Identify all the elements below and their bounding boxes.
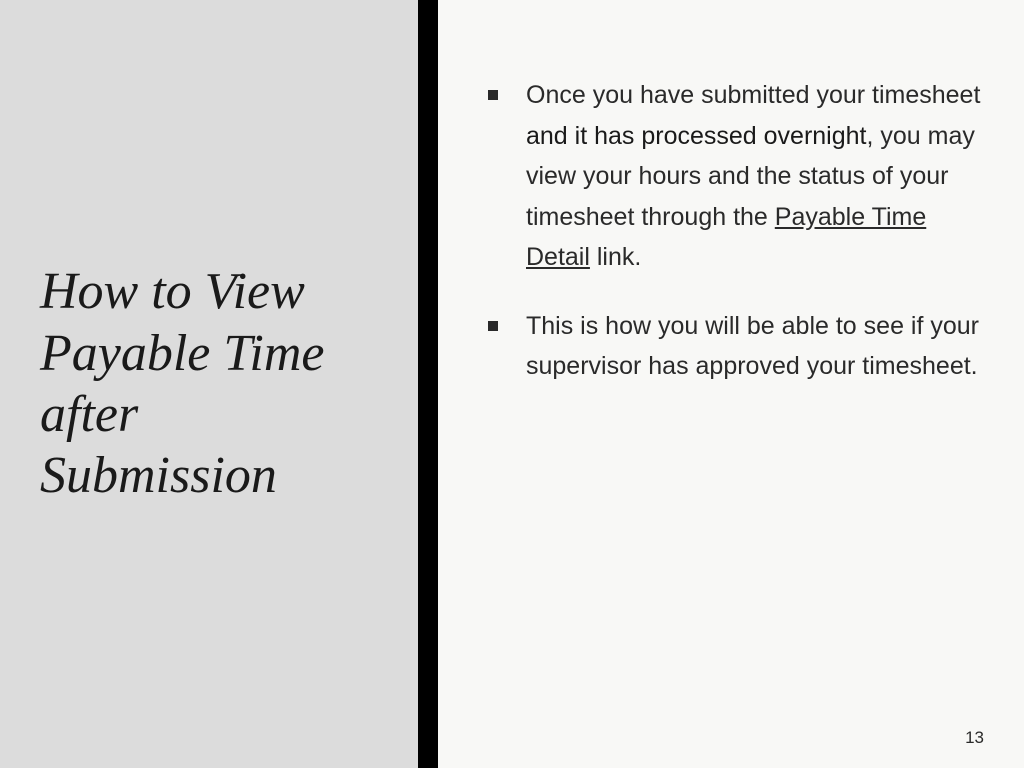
list-item: This is how you will be able to see if y… [488, 306, 984, 387]
bold-text: and it has processed overnight [526, 122, 867, 150]
bullet-text: Once you have submitted your timesheet a… [526, 75, 984, 278]
bullet-icon [488, 90, 498, 100]
bullet-icon [488, 321, 498, 331]
slide-title: How to View Payable Time after Submissio… [40, 261, 388, 506]
vertical-divider [418, 0, 438, 768]
text-segment: Once you have submitted your timesheet [526, 81, 980, 109]
list-item: Once you have submitted your timesheet a… [488, 75, 984, 278]
bullet-list: Once you have submitted your timesheet a… [488, 75, 984, 387]
content-panel: Once you have submitted your timesheet a… [438, 0, 1024, 768]
text-segment: link. [590, 243, 641, 271]
title-panel: How to View Payable Time after Submissio… [0, 0, 418, 768]
bullet-text: This is how you will be able to see if y… [526, 306, 984, 387]
page-number: 13 [965, 728, 984, 748]
